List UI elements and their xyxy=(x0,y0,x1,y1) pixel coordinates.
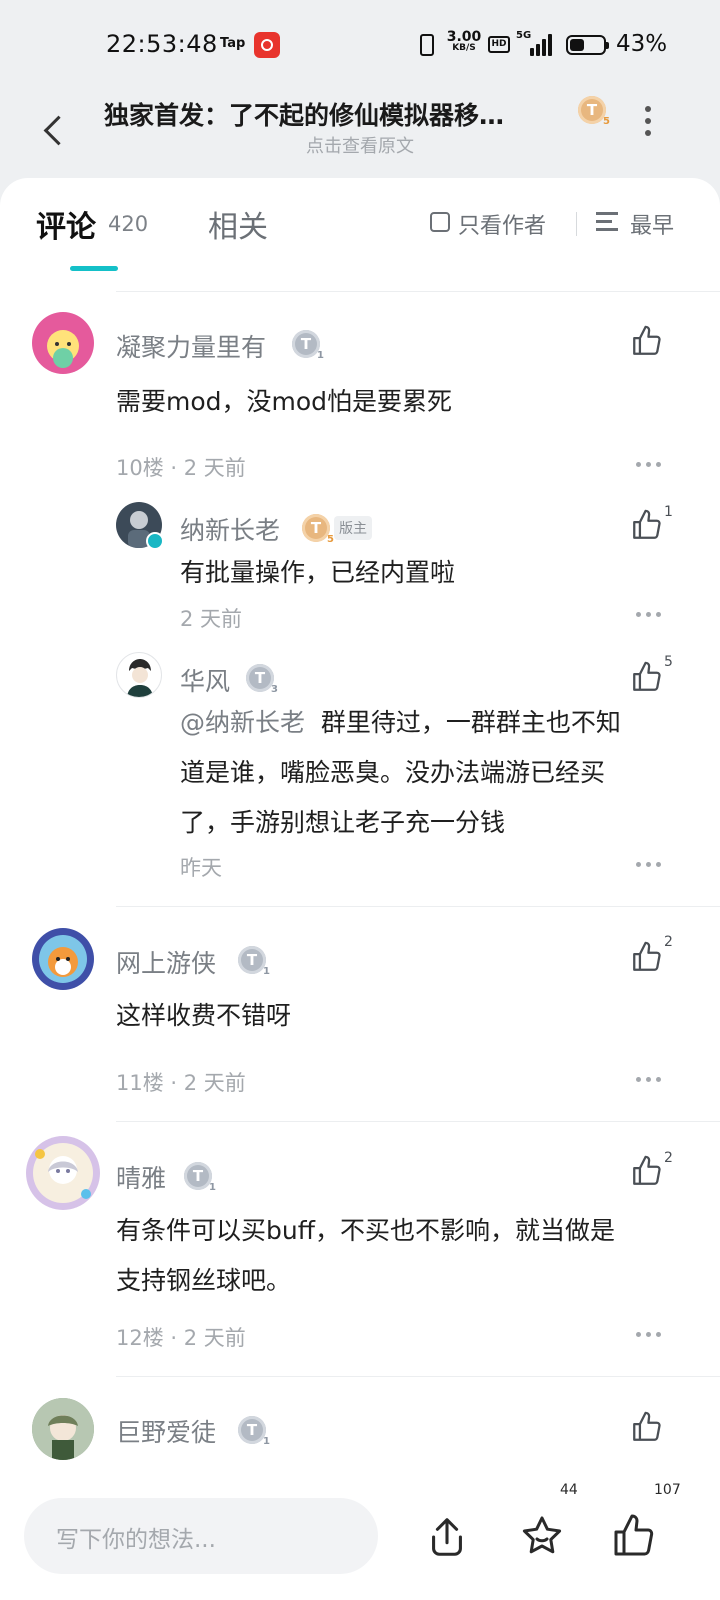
mention-link[interactable]: @纳新长老 xyxy=(180,708,305,737)
user-level-badge-icon: T1 xyxy=(184,1162,216,1193)
comment-meta: 10楼 · 2 天前 xyxy=(116,456,246,480)
header: 独家首发：了不起的修仙模拟器移… 点击查看原文 T5 xyxy=(0,92,720,178)
sort-button[interactable]: 最早 xyxy=(596,208,696,239)
more-horizontal-icon[interactable] xyxy=(636,462,662,468)
reply-text: @纳新长老 群里待过，一群群主也不知 道是谁，嘴脸恶臭。没办法端游已经买 了，手… xyxy=(180,708,621,837)
author-level-badge-icon: T5 xyxy=(578,96,610,127)
comment-username[interactable]: 网上游侠 xyxy=(116,944,216,980)
comment-meta: 11楼 · 2 天前 xyxy=(116,1071,246,1095)
comment-input-placeholder: 写下你的想法... xyxy=(56,1527,216,1553)
sort-icon xyxy=(596,210,624,234)
battery-icon xyxy=(566,35,609,55)
user-level-badge-icon: T1 xyxy=(238,1416,270,1447)
divider xyxy=(116,1121,720,1122)
share-icon[interactable] xyxy=(424,1514,470,1560)
comment-text: 需要mod，没mod怕是要累死 xyxy=(116,387,453,416)
more-horizontal-icon[interactable] xyxy=(636,612,662,618)
user-level-badge-icon: T3 xyxy=(246,664,278,695)
thumbs-up-icon[interactable] xyxy=(630,1410,670,1450)
tap-notification-icon: Tap xyxy=(220,36,246,51)
comment-username[interactable]: 凝聚力量里有 xyxy=(116,328,266,364)
avatar[interactable] xyxy=(116,652,162,698)
bottom-bar: 写下你的想法... 44 107 xyxy=(0,1478,720,1600)
more-horizontal-icon[interactable] xyxy=(636,1332,662,1338)
divider xyxy=(116,291,720,292)
comment-meta: 12楼 · 2 天前 xyxy=(116,1326,246,1350)
comment-text: 这样收费不错呀 xyxy=(116,1001,292,1030)
view-original-link[interactable]: 点击查看原文 xyxy=(0,132,720,158)
battery-level xyxy=(570,39,584,51)
tab-related[interactable]: 相关 xyxy=(208,202,268,246)
comment-username[interactable]: 巨野爱徒 xyxy=(116,1413,216,1449)
like-count: 2 xyxy=(664,1150,673,1166)
more-vertical-icon[interactable] xyxy=(640,106,656,136)
divider xyxy=(116,906,720,907)
like-count: 1 xyxy=(664,504,673,520)
signal-icon xyxy=(530,34,558,56)
avatar[interactable] xyxy=(26,1136,100,1210)
user-level-badge-icon: T5 xyxy=(302,514,334,545)
hd-icon: HD xyxy=(488,36,510,53)
reply-meta: 昨天 xyxy=(180,856,222,880)
more-horizontal-icon[interactable] xyxy=(636,862,662,868)
more-horizontal-icon[interactable] xyxy=(636,1077,662,1083)
likes-count: 107 xyxy=(654,1482,681,1498)
clock: 22:53:48 xyxy=(106,30,218,58)
music-app-icon xyxy=(254,32,280,58)
page-title[interactable]: 独家首发：了不起的修仙模拟器移… xyxy=(104,96,544,132)
favorites-count: 44 xyxy=(560,1482,578,1498)
divider xyxy=(116,1376,720,1377)
comments-count: 420 xyxy=(108,212,149,236)
tab-comments[interactable]: 评论 xyxy=(36,202,96,246)
comment-input[interactable]: 写下你的想法... xyxy=(24,1498,378,1574)
thumbs-up-icon[interactable] xyxy=(630,324,670,364)
comment-text: 有条件可以买buff，不买也不影响，就当做是 支持钢丝球吧。 xyxy=(116,1216,615,1295)
like-count: 2 xyxy=(664,934,673,950)
comment-username[interactable]: 晴雅 xyxy=(116,1159,166,1195)
reply-meta: 2 天前 xyxy=(180,607,243,631)
user-level-badge-icon: T1 xyxy=(292,330,324,361)
divider xyxy=(576,212,577,236)
battery-percent: 43% xyxy=(616,31,668,57)
network-type: 5G xyxy=(516,30,532,41)
like-count: 5 xyxy=(664,654,673,670)
user-level-badge-icon: T1 xyxy=(238,946,270,977)
reply-username[interactable]: 纳新长老 xyxy=(180,511,280,547)
verified-icon xyxy=(146,532,164,550)
thumbs-up-icon[interactable] xyxy=(610,1512,658,1560)
moderator-tag: 版主 xyxy=(334,516,372,540)
network-speed: 3.00 KB/S xyxy=(446,29,482,53)
reply-username[interactable]: 华风 xyxy=(180,662,230,698)
vibrate-icon xyxy=(420,34,434,56)
star-icon[interactable] xyxy=(518,1512,566,1560)
avatar[interactable] xyxy=(32,1398,94,1460)
tab-indicator xyxy=(70,266,118,271)
checkbox-icon xyxy=(430,212,450,232)
status-bar: 22:53:48 Tap 3.00 KB/S HD 5G 43% xyxy=(0,0,720,92)
avatar[interactable] xyxy=(32,312,94,374)
avatar[interactable] xyxy=(32,928,94,990)
reply-text: 有批量操作，已经内置啦 xyxy=(180,558,456,587)
